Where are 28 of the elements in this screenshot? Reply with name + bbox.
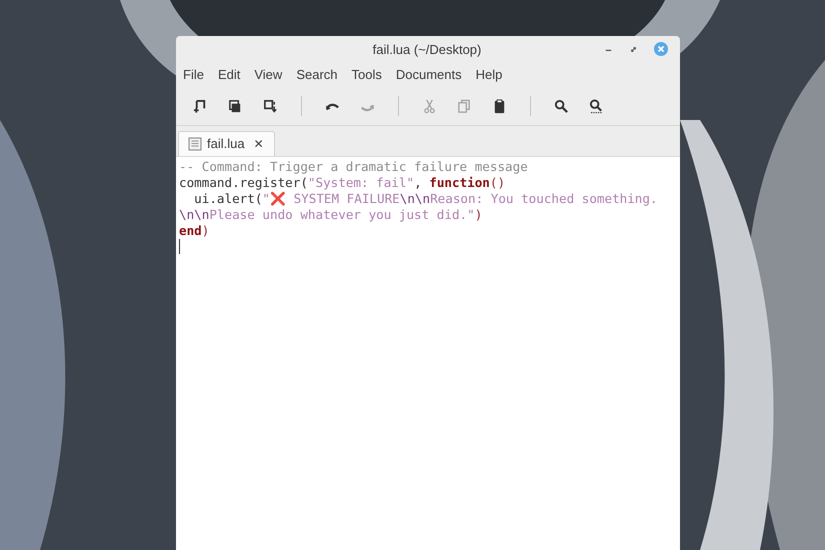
documents-icon bbox=[228, 98, 243, 114]
code-line: command.register("System: fail", function() bbox=[179, 175, 506, 191]
menu-item[interactable]: File bbox=[183, 67, 204, 82]
file-tab[interactable]: fail.lua ✕ bbox=[178, 131, 275, 156]
tab-label: fail.lua bbox=[207, 136, 245, 151]
menu-item[interactable]: View bbox=[254, 67, 282, 82]
menu-item[interactable]: Help bbox=[476, 67, 502, 82]
new-document-icon bbox=[193, 98, 208, 114]
close-icon[interactable] bbox=[654, 42, 668, 56]
clipboard-icon bbox=[492, 98, 507, 114]
code-line: -- Command: Trigger a dramatic failure message bbox=[179, 159, 529, 175]
search-replace-icon bbox=[589, 98, 604, 114]
scissors-icon bbox=[422, 98, 437, 114]
copy-icon bbox=[457, 98, 472, 114]
search-icon bbox=[554, 98, 569, 114]
window-title: fail.lua (~/Desktop) bbox=[372, 42, 482, 56]
menu-item[interactable]: Tools bbox=[352, 67, 382, 82]
menu-item[interactable]: Search bbox=[296, 67, 338, 82]
maximize-icon[interactable] bbox=[629, 44, 638, 54]
menu-item[interactable]: Documents bbox=[396, 67, 462, 82]
code-line: end) bbox=[179, 223, 210, 239]
document-icon bbox=[188, 136, 202, 150]
text-cursor bbox=[179, 239, 180, 254]
text-editor[interactable]: -- Command: Trigger a dramatic failure message command.register("System: fail", function() ui.alert("❌ SYSTEM FAILURE\n\nReason: You touched something. \n\nPlease undo whatever you just did.") end) bbox=[176, 157, 680, 550]
close-tab-button[interactable]: ✕ bbox=[250, 136, 264, 150]
code-line: ui.alert("❌ SYSTEM FAILURE\n\nReason: You touched something. \n\nPlease undo whatever you just did.") bbox=[179, 191, 659, 223]
menu-item[interactable]: Edit bbox=[218, 67, 240, 82]
save-icon bbox=[263, 98, 278, 114]
